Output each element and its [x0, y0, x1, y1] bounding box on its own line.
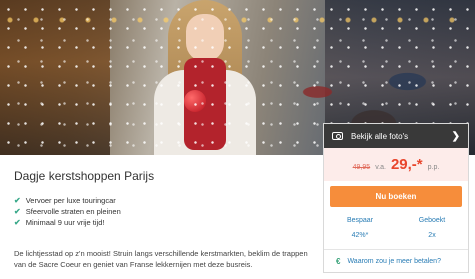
feature-list: ✔ Vervoer per luxe touringcar ✔ Sfeervol… [14, 195, 121, 228]
stat-savings: Bespaar 42%* [324, 217, 396, 239]
why-pay-more-link[interactable]: € Waarom zou je meer betalen? [324, 250, 468, 266]
feature-text: Sfeervolle straten en pleinen [25, 207, 121, 216]
chevron-right-icon: ❯ [451, 130, 460, 142]
price-box: 49,95 v.a. 29,-* p.p. [324, 148, 468, 181]
feature-text: Minimaal 9 uur vrije tijd! [25, 218, 105, 227]
check-icon: ✔ [14, 207, 21, 216]
camera-icon [332, 132, 343, 140]
euro-icon: € [336, 257, 341, 266]
view-all-photos-label: Bekijk alle foto's [351, 131, 409, 141]
booking-stats: Bespaar 42%* Geboekt 2x [324, 217, 468, 239]
stat-savings-value: 42%* [351, 232, 369, 239]
current-price: 29,-* [390, 156, 423, 173]
feature-text: Vervoer per luxe touringcar [25, 196, 116, 205]
stat-booked-label: Geboekt [418, 217, 446, 224]
booking-panel: Bekijk alle foto's ❯ 49,95 v.a. 29,-* p.… [323, 123, 469, 273]
feature-item: ✔ Minimaal 9 uur vrije tijd! [14, 217, 121, 228]
product-title: Dagje kerstshoppen Parijs [14, 169, 155, 183]
per-person-label: p.p. [427, 164, 440, 171]
check-icon: ✔ [14, 218, 21, 227]
feature-item: ✔ Vervoer per luxe touringcar [14, 195, 121, 206]
stat-savings-label: Bespaar [346, 217, 374, 224]
stat-booked-value: 2x [428, 232, 436, 239]
view-all-photos-button[interactable]: Bekijk alle foto's ❯ [324, 124, 468, 148]
old-price: 49,95 [352, 164, 371, 171]
feature-item: ✔ Sfeervolle straten en pleinen [14, 206, 121, 217]
product-page: Bekijk alle foto's ❯ 49,95 v.a. 29,-* p.… [0, 0, 475, 279]
check-icon: ✔ [14, 196, 21, 205]
from-label: v.a. [375, 164, 386, 171]
stat-booked: Geboekt 2x [396, 217, 468, 239]
book-now-button[interactable]: Nu boeken [330, 186, 462, 207]
product-description: De lichtjesstad op z'n mooist! Struin la… [14, 249, 308, 269]
why-pay-more-label: Waarom zou je meer betalen? [347, 258, 441, 265]
